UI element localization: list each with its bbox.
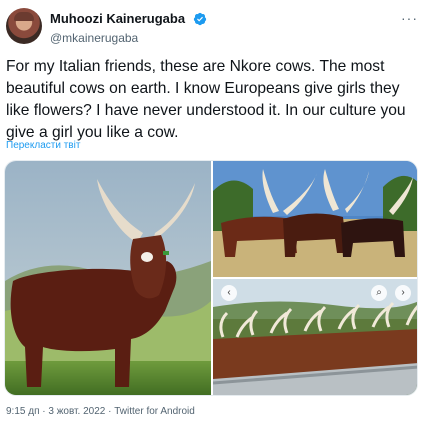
tweet-card: Muhoozi Kainerugaba @mkainerugaba ··· Fo… xyxy=(0,0,428,428)
handle[interactable]: @mkainerugaba xyxy=(50,31,207,45)
display-name[interactable]: Muhoozi Kainerugaba xyxy=(50,11,185,26)
verified-badge-icon xyxy=(193,12,206,25)
tweet-meta[interactable]: 9:15 дп · 3 жовт. 2022 · Twitter for And… xyxy=(6,406,195,417)
media-grid: ‹ ⌕ › xyxy=(4,160,418,396)
more-options-icon[interactable]: ··· xyxy=(401,10,418,26)
author-block: Muhoozi Kainerugaba @mkainerugaba xyxy=(50,10,207,45)
avatar[interactable] xyxy=(6,8,42,44)
translate-link[interactable]: Перекласти твіт xyxy=(6,140,80,151)
lens-search-icon[interactable]: ⌕ xyxy=(371,285,387,301)
photo-cow-portrait[interactable] xyxy=(5,161,211,395)
chevron-left-icon[interactable]: ‹ xyxy=(221,285,237,301)
photo-herd-trough[interactable]: ‹ ⌕ › xyxy=(213,279,417,395)
chevron-right-icon[interactable]: › xyxy=(395,285,411,301)
photo-herd-field[interactable] xyxy=(213,161,417,277)
tweet-header: Muhoozi Kainerugaba @mkainerugaba ··· xyxy=(4,8,424,46)
tweet-text: For my Italian friends, these are Nkore … xyxy=(6,58,406,141)
